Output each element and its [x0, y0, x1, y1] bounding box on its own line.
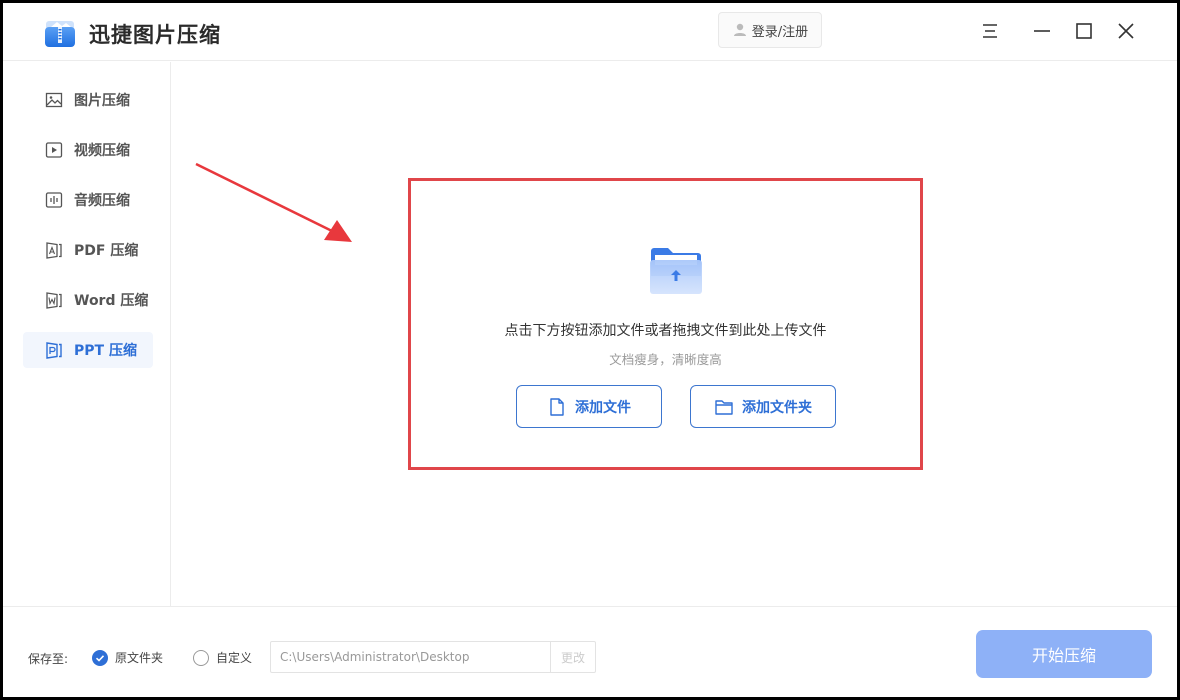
maximize-button[interactable]	[1072, 19, 1096, 43]
sidebar-item-label: 图片压缩	[74, 93, 130, 109]
sidebar-item-label: 视频压缩	[74, 143, 130, 159]
app-window: 迅捷图片压缩 登录/注册 图片压缩 视频压缩 音频压缩 PDF 压缩 Word …	[3, 3, 1177, 697]
pdf-icon	[45, 241, 63, 259]
user-icon	[732, 22, 748, 38]
radio-original-folder[interactable]: 原文件夹	[92, 649, 163, 666]
ppt-icon	[45, 341, 63, 359]
sidebar-item-ppt-compress[interactable]: PPT 压缩	[23, 332, 153, 368]
minimize-button[interactable]	[1030, 19, 1054, 43]
title-bar: 迅捷图片压缩 登录/注册	[3, 3, 1177, 61]
app-logo-icon	[43, 15, 77, 49]
folder-upload-icon	[650, 248, 702, 294]
minimize-icon	[1034, 30, 1050, 32]
footer-bar: 保存至: 原文件夹 自定义 更改 开始压缩	[3, 606, 1177, 697]
app-title: 迅捷图片压缩	[89, 23, 221, 47]
close-icon	[1118, 23, 1134, 39]
change-path-button[interactable]: 更改	[550, 642, 595, 672]
video-icon	[45, 141, 63, 159]
sidebar-item-word-compress[interactable]: Word 压缩	[23, 282, 153, 318]
drop-instructions: 点击下方按钮添加文件或者拖拽文件到此处上传文件	[504, 323, 827, 339]
radio-custom-folder[interactable]: 自定义	[193, 649, 252, 666]
save-to-label: 保存至:	[28, 652, 69, 666]
red-arrow-annotation-icon	[195, 162, 352, 242]
image-icon	[45, 91, 63, 109]
add-folder-button[interactable]: 添加文件夹	[690, 385, 836, 428]
add-folder-label: 添加文件夹	[742, 399, 812, 416]
folder-icon	[715, 399, 733, 415]
menu-button[interactable]	[978, 19, 1002, 43]
file-drop-zone[interactable]: 点击下方按钮添加文件或者拖拽文件到此处上传文件 文档瘦身，清晰度高 添加文件 添…	[408, 178, 923, 470]
maximize-icon	[1076, 23, 1092, 39]
close-button[interactable]	[1114, 19, 1138, 43]
sidebar-item-pdf-compress[interactable]: PDF 压缩	[23, 232, 153, 268]
sidebar-item-label: PDF 压缩	[74, 243, 139, 259]
radio-original-label: 原文件夹	[115, 651, 164, 665]
sidebar-item-label: 音频压缩	[74, 193, 130, 209]
sidebar-item-label: Word 压缩	[74, 293, 149, 309]
login-register-label: 登录/注册	[751, 24, 809, 40]
sidebar-item-audio-compress[interactable]: 音频压缩	[23, 182, 153, 218]
add-file-label: 添加文件	[575, 399, 631, 416]
file-icon	[550, 397, 564, 416]
main-content: 点击下方按钮添加文件或者拖拽文件到此处上传文件 文档瘦身，清晰度高 添加文件 添…	[172, 62, 1177, 606]
add-file-button[interactable]: 添加文件	[516, 385, 662, 428]
menu-icon	[983, 24, 997, 38]
sidebar: 图片压缩 视频压缩 音频压缩 PDF 压缩 Word 压缩 PPT 压缩	[3, 62, 171, 606]
sidebar-item-video-compress[interactable]: 视频压缩	[23, 132, 153, 168]
radio-checked-icon	[92, 649, 108, 666]
output-path-input[interactable]	[271, 642, 550, 672]
start-compress-button[interactable]: 开始压缩	[976, 630, 1152, 678]
drop-subtitle: 文档瘦身，清晰度高	[609, 352, 722, 367]
login-register-button[interactable]: 登录/注册	[718, 12, 822, 48]
sidebar-item-label: PPT 压缩	[74, 343, 137, 359]
radio-unchecked-icon	[193, 649, 209, 666]
output-path-field: 更改	[270, 641, 596, 673]
audio-icon	[45, 191, 63, 209]
sidebar-item-image-compress[interactable]: 图片压缩	[23, 82, 153, 118]
word-icon	[45, 291, 63, 309]
radio-custom-label: 自定义	[216, 651, 253, 665]
